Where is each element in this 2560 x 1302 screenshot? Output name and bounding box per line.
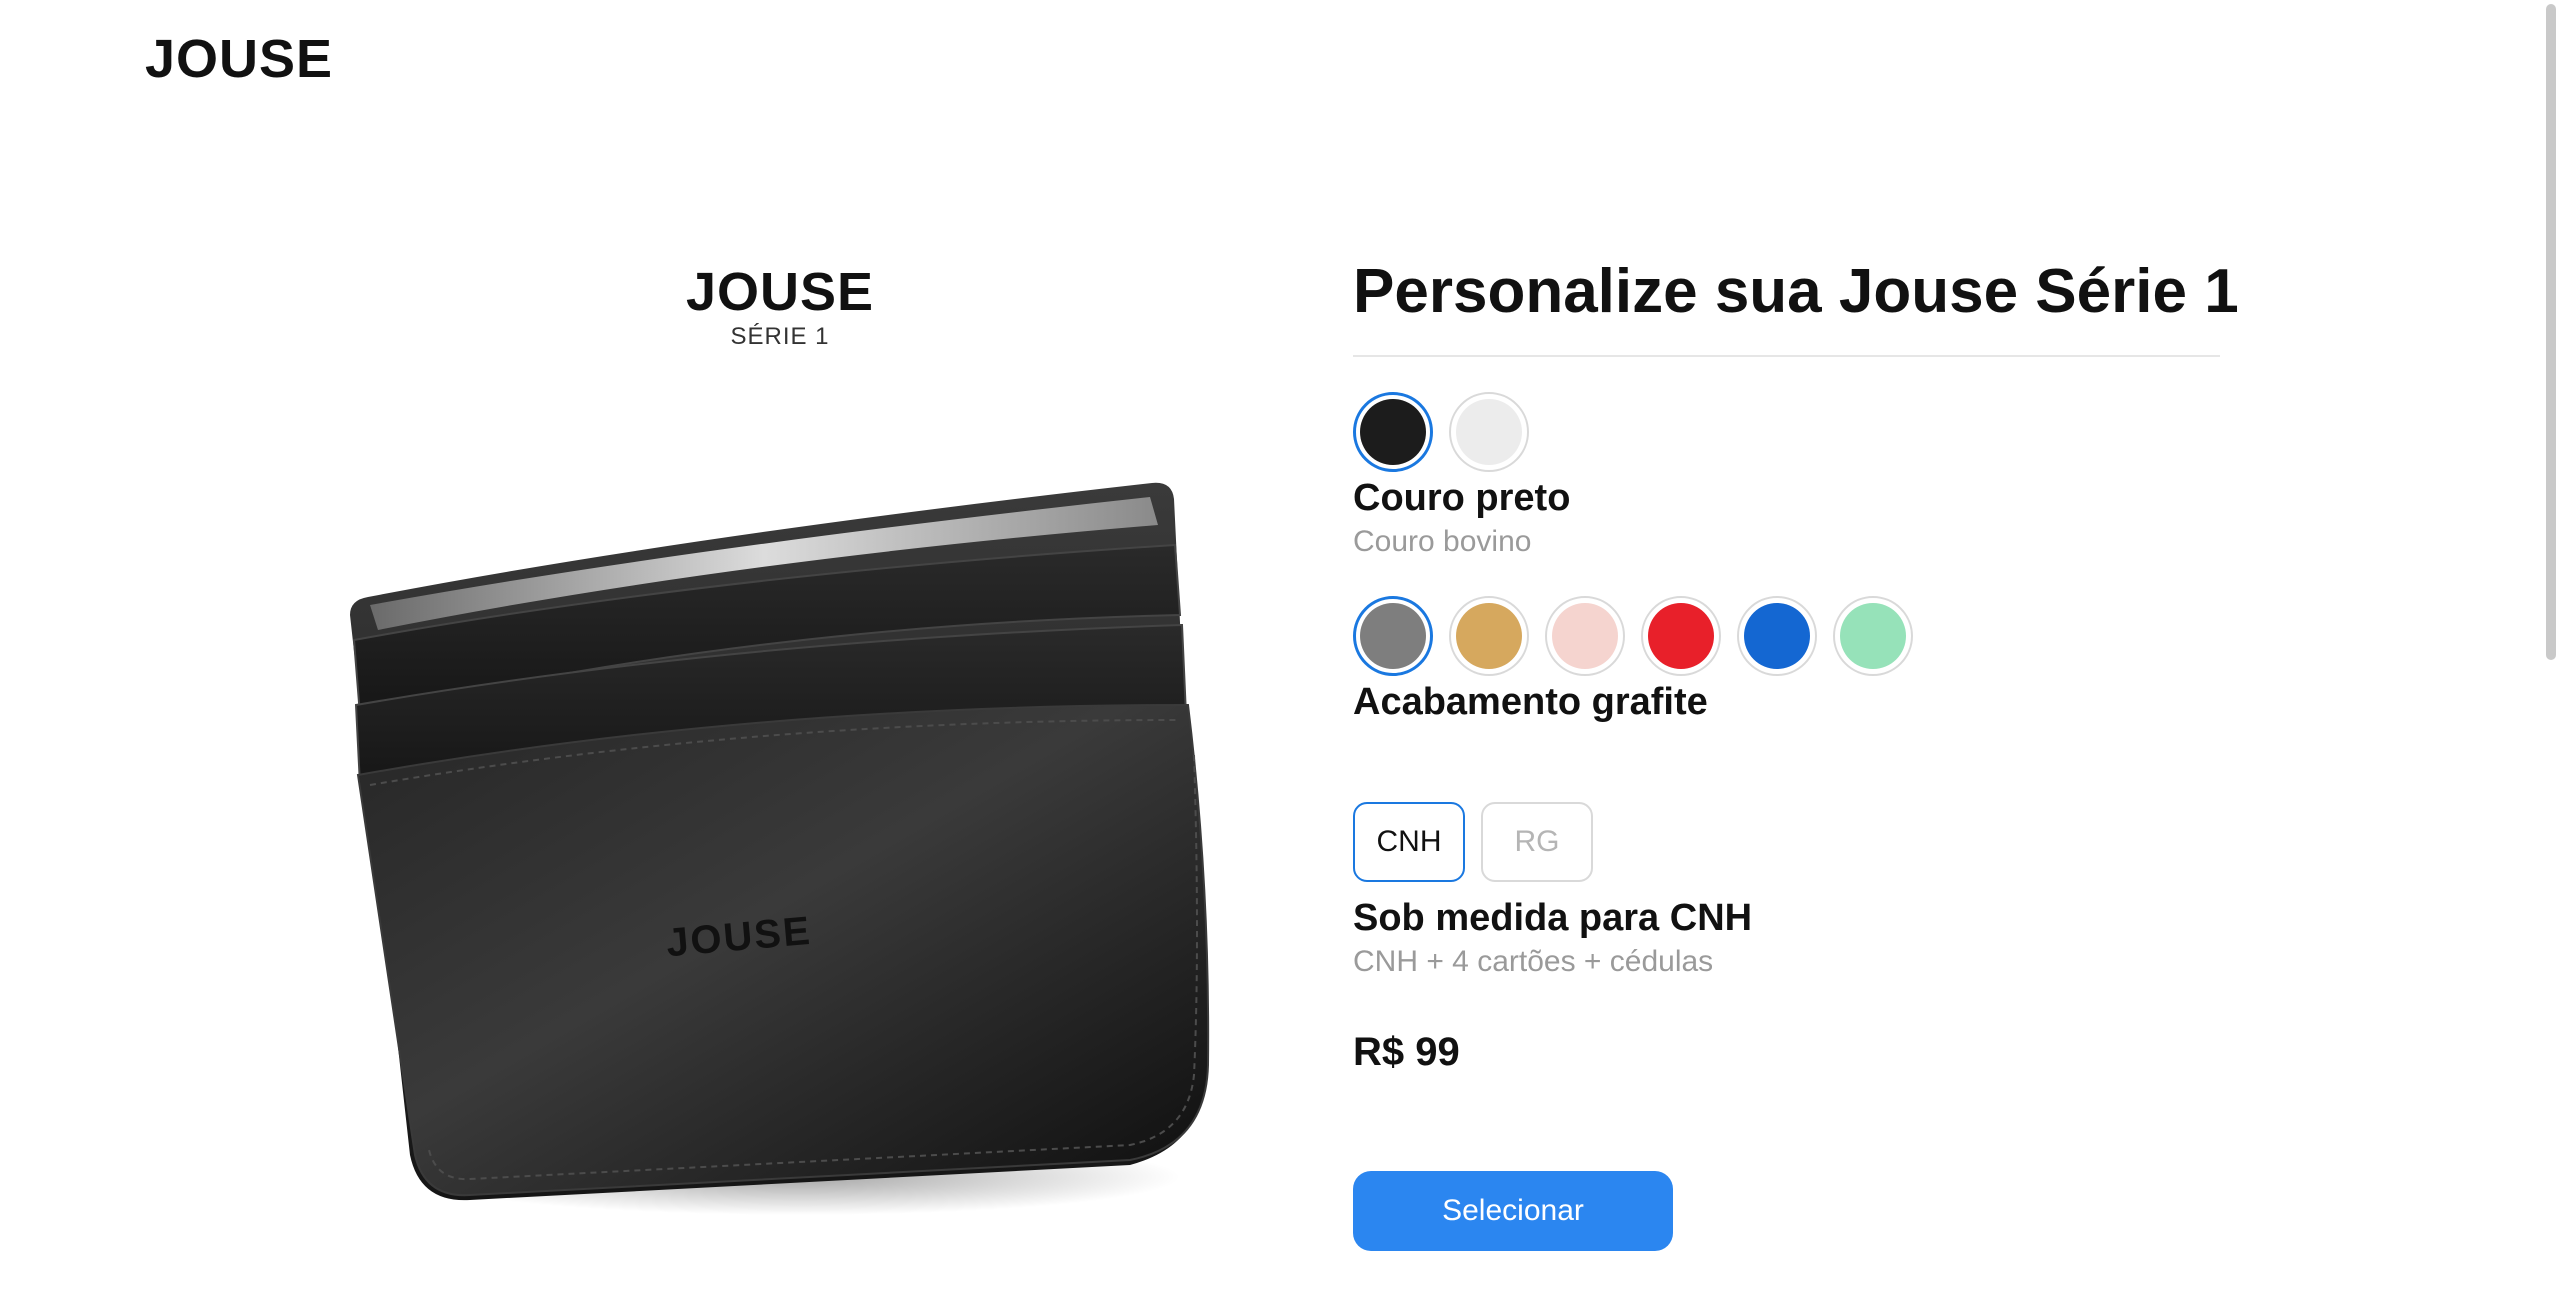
material-swatch-black-leather[interactable] [1353,392,1433,472]
material-swatch-color [1456,399,1522,465]
price: R$ 99 [1353,1030,1460,1074]
finish-swatch-graphite[interactable] [1353,596,1433,676]
wallet-image: JOUSE [350,482,1210,1215]
size-option-cnh[interactable]: CNH [1353,802,1465,882]
finish-swatch-color [1648,603,1714,669]
divider [1353,355,2220,357]
size-description: CNH + 4 cartões + cédulas [1353,945,1714,978]
page: JOUSE JOUSE SÉRIE 1 JOUSE Personalize su… [0,0,2560,1302]
finish-swatch-red[interactable] [1641,596,1721,676]
finish-swatch-color [1552,603,1618,669]
finish-swatch-color [1360,603,1426,669]
finish-swatch-color [1744,603,1810,669]
material-description: Couro bovino [1353,525,1532,558]
size-option-rg[interactable]: RG [1481,802,1593,882]
finish-swatch-color [1840,603,1906,669]
finish-swatch-gold[interactable] [1449,596,1529,676]
size-name: Sob medida para CNH [1353,897,1753,939]
finish-swatch-rose[interactable] [1545,596,1625,676]
select-button[interactable]: Selecionar [1353,1171,1673,1251]
scrollbar-thumb[interactable] [2546,4,2556,660]
material-name: Couro preto [1353,477,1571,519]
finish-swatch-mint[interactable] [1833,596,1913,676]
product-brand: JOUSE [685,262,875,322]
product-series: SÉRIE 1 [730,323,830,350]
finish-swatches [1353,596,1913,676]
material-swatch-color [1360,399,1426,465]
material-swatches [1353,392,1529,472]
config-title: Personalize sua Jouse Série 1 [1353,257,2239,326]
finish-name: Acabamento grafite [1353,681,1708,723]
configurator: Personalize sua Jouse Série 1 Couro pret… [1353,0,2239,1302]
brand-logo[interactable]: JOUSE [145,28,333,90]
product-heading: JOUSE SÉRIE 1 [640,262,920,352]
finish-swatch-color [1456,603,1522,669]
material-swatch-white-leather[interactable] [1449,392,1529,472]
finish-swatch-blue[interactable] [1737,596,1817,676]
size-options: CNH RG [1353,802,1593,882]
